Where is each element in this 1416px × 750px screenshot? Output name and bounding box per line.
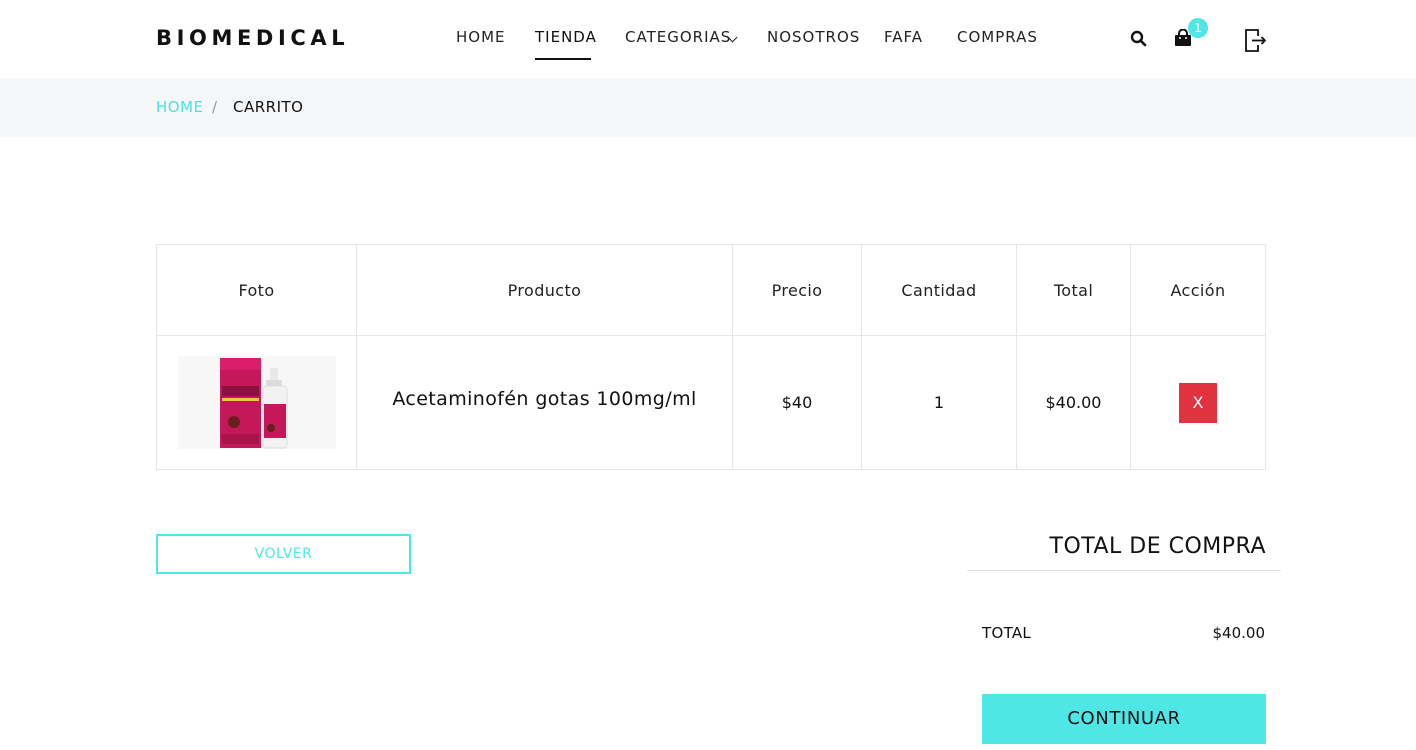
nav-nosotros[interactable]: NOSOTROS [767, 27, 860, 47]
column-header-foto: Foto [156, 244, 357, 336]
cart-count-badge: 1 [1188, 18, 1208, 38]
product-quantity: 1 [861, 335, 1017, 470]
cart-table: Foto Producto Precio Cantidad Total Acci… [156, 244, 1266, 470]
summary-title: TOTAL DE COMPRA [1049, 534, 1266, 559]
active-nav-underline [535, 58, 591, 60]
product-name-cell: Acetaminofén gotas 100mg/ml [356, 335, 733, 470]
table-row: Acetaminofén gotas 100mg/ml $40 1 $40.00… [156, 335, 1266, 470]
column-header-precio: Precio [732, 244, 862, 336]
remove-item-button[interactable]: X [1179, 382, 1217, 423]
continue-button[interactable]: CONTINUAR [982, 694, 1266, 744]
column-header-producto: Producto [356, 244, 733, 336]
product-action-cell: X [1130, 335, 1266, 470]
site-header: BIOMEDICAL HOME TIENDA CATEGORIAS NOSOTR… [0, 0, 1416, 78]
breadcrumb-current: CARRITO [233, 98, 304, 116]
product-photo-cell [156, 335, 357, 470]
column-header-cantidad: Cantidad [861, 244, 1017, 336]
breadcrumb-separator: / [212, 98, 218, 116]
nav-categorias[interactable]: CATEGORIAS [625, 27, 731, 47]
column-header-total: Total [1016, 244, 1131, 336]
back-button[interactable]: VOLVER [156, 534, 411, 574]
site-logo[interactable]: BIOMEDICAL [156, 24, 349, 52]
nav-compras[interactable]: COMPRAS [957, 27, 1038, 47]
summary-total-label: TOTAL [982, 624, 1032, 642]
summary-total-value: $40.00 [1212, 624, 1266, 642]
summary-divider [967, 570, 1281, 571]
nav-tienda[interactable]: TIENDA [535, 27, 597, 47]
product-price: $40 [732, 335, 862, 470]
product-total: $40.00 [1016, 335, 1131, 470]
search-icon[interactable] [1130, 30, 1147, 51]
product-image [177, 356, 336, 449]
nav-fafa[interactable]: FAFA [884, 27, 923, 47]
logout-icon[interactable] [1244, 28, 1267, 57]
column-header-accion: Acción [1130, 244, 1266, 336]
breadcrumb-home-link[interactable]: HOME [156, 98, 204, 116]
nav-home[interactable]: HOME [456, 27, 506, 47]
product-name[interactable]: Acetaminofén gotas 100mg/ml [392, 388, 696, 410]
cart-table-header: Foto Producto Precio Cantidad Total Acci… [156, 244, 1266, 336]
